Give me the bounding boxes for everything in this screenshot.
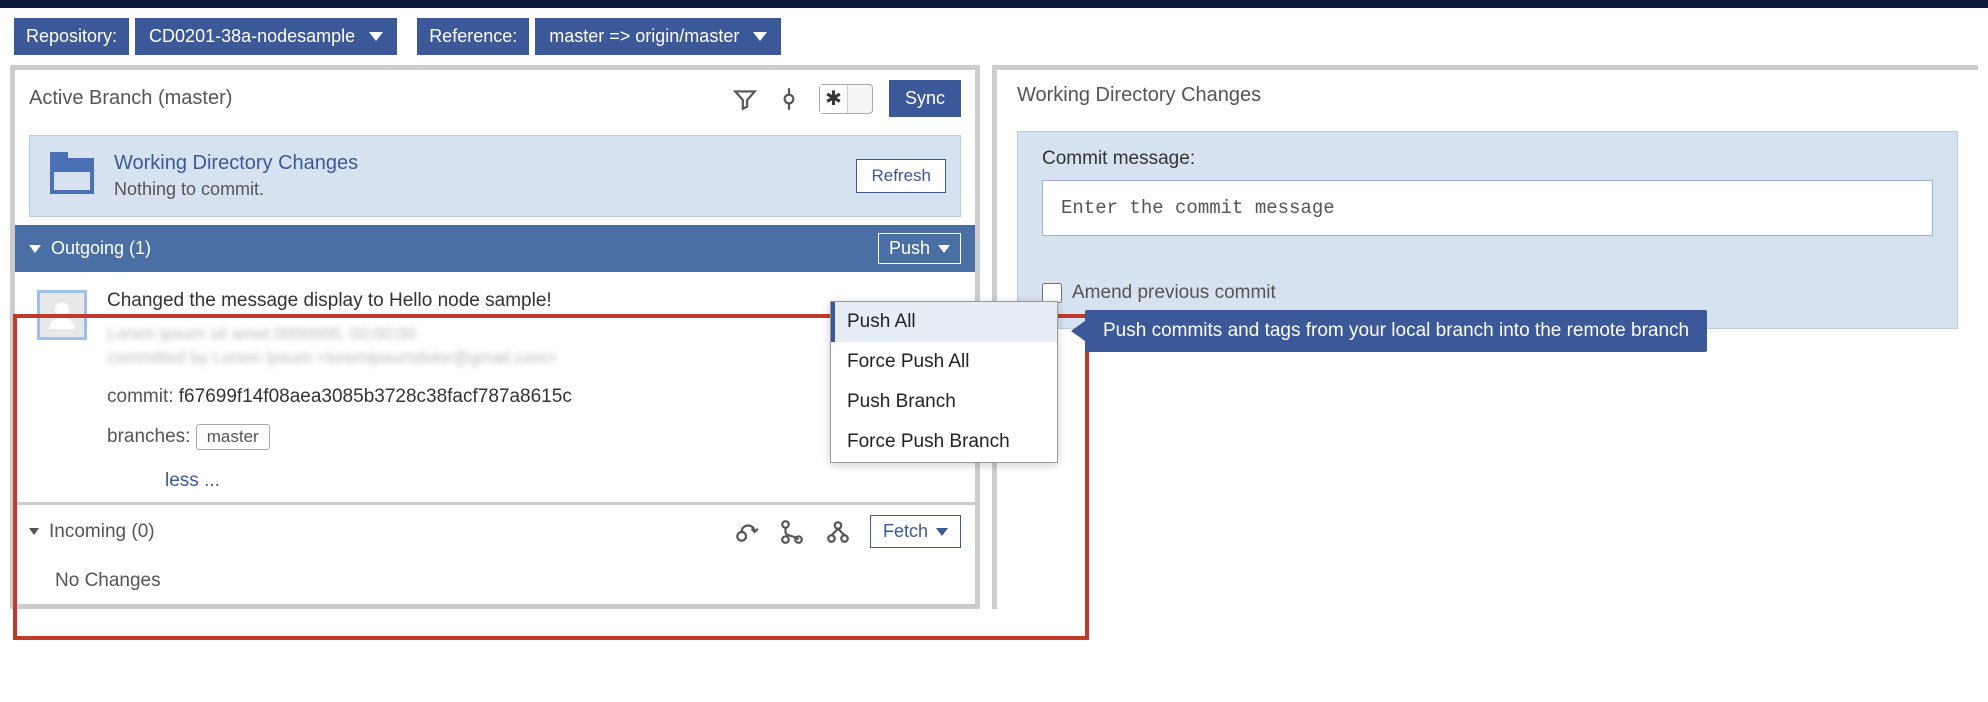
dropdown-item-force-push-branch[interactable]: Force Push Branch (831, 422, 1057, 462)
sync-button[interactable]: Sync (889, 80, 961, 117)
repo-value: CD0201-38a-nodesample (149, 26, 355, 47)
repo-dropdown[interactable]: CD0201-38a-nodesample (135, 18, 397, 55)
right-panel-header: Working Directory Changes (997, 70, 1978, 121)
fetch-label: Fetch (883, 521, 928, 542)
repo-selector: Repository: CD0201-38a-nodesample (14, 18, 397, 55)
reference-selector: Reference: master => origin/master (417, 18, 781, 55)
commit-hash-label: commit: (107, 386, 174, 407)
less-link[interactable]: less ... (15, 468, 975, 502)
active-branch-title: Active Branch (master) (29, 87, 232, 110)
commit-author-blurred: Lorem ipsum sit amet 0000000, 00:00:00 (107, 324, 953, 344)
caret-down-icon (753, 32, 767, 41)
dropdown-item-push-branch[interactable]: Push Branch (831, 382, 1057, 422)
branches-label: branches: (107, 426, 190, 447)
collapse-icon (29, 245, 41, 253)
refresh-button[interactable]: Refresh (856, 159, 946, 193)
reference-label: Reference: (417, 18, 529, 55)
push-dropdown-menu: Push All Force Push All Push Branch Forc… (830, 301, 1058, 463)
rebase-icon[interactable] (732, 518, 760, 546)
caret-down-icon (936, 528, 948, 536)
active-branch-header: Active Branch (master) ✱ Sync (15, 70, 975, 127)
avatar (37, 290, 87, 340)
commit-node-icon[interactable] (775, 85, 803, 113)
reference-dropdown[interactable]: master => origin/master (535, 18, 781, 55)
outgoing-section-bar[interactable]: Outgoing (1) Push (15, 225, 975, 272)
amend-checkbox-row[interactable]: Amend previous commit (1042, 282, 1933, 304)
fetch-button[interactable]: Fetch (870, 515, 961, 548)
collapse-icon (29, 528, 39, 535)
incoming-section-bar[interactable]: Incoming (0) Fetch (15, 502, 975, 558)
commit-hash: f67699f14f08aea3085b3728c38facf787a8615c (179, 386, 572, 407)
amend-label: Amend previous commit (1072, 282, 1276, 304)
commit-message-label: Commit message: (1042, 148, 1933, 170)
caret-down-icon (369, 32, 383, 41)
push-button[interactable]: Push (878, 233, 961, 264)
working-dir-card: Working Directory Changes Nothing to com… (29, 135, 961, 217)
commit-committer-blurred: committed by Lorem Ipsum <loremipsumdolo… (107, 348, 953, 368)
squash-icon[interactable] (824, 518, 852, 546)
working-dir-subtitle: Nothing to commit. (114, 179, 358, 200)
dropdown-item-push-all[interactable]: Push All (831, 302, 1057, 342)
asterisk-icon: ✱ (820, 85, 848, 113)
working-dir-title[interactable]: Working Directory Changes (114, 152, 358, 175)
dropdown-item-force-push-all[interactable]: Force Push All (831, 342, 1057, 382)
no-changes-text: No Changes (15, 558, 975, 604)
repo-label: Repository: (14, 18, 129, 55)
reference-value: master => origin/master (549, 26, 739, 47)
selector-row: Repository: CD0201-38a-nodesample Refere… (0, 8, 1988, 65)
commit-message: Changed the message display to Hello nod… (107, 290, 953, 312)
top-bar (0, 0, 1988, 8)
caret-down-icon (938, 245, 950, 253)
branch-chip[interactable]: master (196, 424, 270, 450)
outgoing-label: Outgoing (1) (51, 238, 151, 259)
commit-form: Commit message: Amend previous commit (1017, 131, 1958, 329)
amend-checkbox[interactable] (1042, 283, 1062, 303)
push-label: Push (889, 238, 930, 259)
merge-icon[interactable] (778, 518, 806, 546)
commit-message-input[interactable] (1042, 180, 1933, 236)
folder-icon (50, 158, 94, 194)
toggle-switch[interactable]: ✱ (819, 84, 873, 114)
push-tooltip: Push commits and tags from your local br… (1085, 310, 1707, 352)
incoming-label: Incoming (0) (49, 521, 155, 543)
filter-icon[interactable] (731, 85, 759, 113)
